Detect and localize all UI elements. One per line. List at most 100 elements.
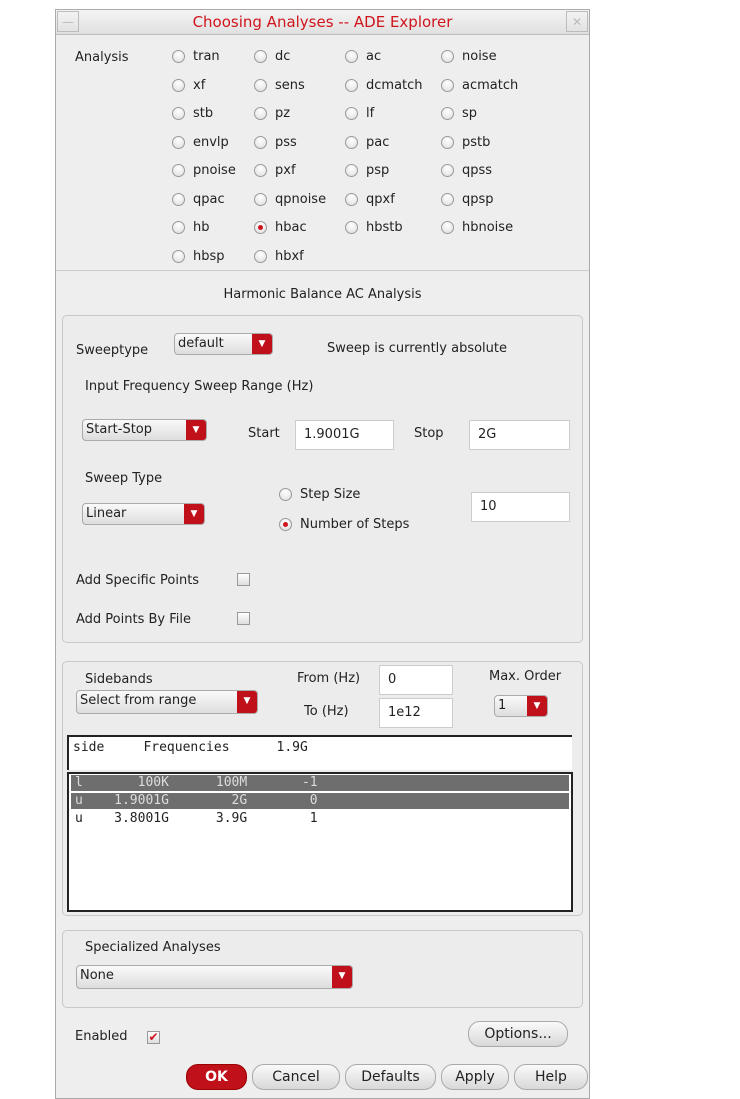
points-by-file-checkbox[interactable] xyxy=(237,612,250,625)
analysis-radio-hbstb[interactable]: hbstb xyxy=(345,220,403,235)
list-item[interactable]: l 100K 100M -1 xyxy=(71,775,569,791)
options-button[interactable]: Options... xyxy=(468,1021,568,1047)
analysis-radio-hbnoise[interactable]: hbnoise xyxy=(441,220,513,235)
analysis-option-label: sp xyxy=(462,106,478,121)
step-size-radio[interactable]: Step Size xyxy=(279,487,360,502)
specialized-group: Specialized Analyses None ▼ xyxy=(62,930,583,1008)
analysis-radio-stb[interactable]: stb xyxy=(172,106,213,121)
analysis-radio-acmatch[interactable]: acmatch xyxy=(441,78,518,93)
sweeptype-select[interactable]: default ▼ xyxy=(174,333,273,355)
radio-icon xyxy=(279,518,292,531)
range-mode-select[interactable]: Start-Stop ▼ xyxy=(82,419,207,441)
analysis-radio-pz[interactable]: pz xyxy=(254,106,290,121)
analysis-radio-qpac[interactable]: qpac xyxy=(172,192,225,207)
analysis-option-label: dc xyxy=(275,49,291,64)
analysis-radio-noise[interactable]: noise xyxy=(441,49,497,64)
analysis-option-label: xf xyxy=(193,77,206,93)
analysis-option-label: dcmatch xyxy=(366,77,423,93)
analysis-option-label: psp xyxy=(366,163,390,178)
number-of-steps-radio[interactable]: Number of Steps xyxy=(279,517,409,532)
analysis-radio-envlp[interactable]: envlp xyxy=(172,135,229,150)
analysis-radio-sens[interactable]: sens xyxy=(254,78,305,93)
radio-icon xyxy=(172,249,185,263)
analysis-option-label: pnoise xyxy=(193,163,236,178)
analysis-radio-pxf[interactable]: pxf xyxy=(254,163,296,178)
sidebands-label: Sidebands xyxy=(85,672,153,687)
analysis-option-label: qpsp xyxy=(462,191,494,207)
enabled-label: Enabled xyxy=(75,1029,128,1044)
sidebands-mode-value: Select from range xyxy=(80,693,197,708)
analysis-radio-qpsp[interactable]: qpsp xyxy=(441,192,494,207)
analysis-radio-dcmatch[interactable]: dcmatch xyxy=(345,78,423,93)
cancel-button[interactable]: Cancel xyxy=(252,1064,340,1090)
defaults-button[interactable]: Defaults xyxy=(345,1064,436,1090)
analysis-option-label: pstb xyxy=(462,134,491,150)
sweep-type-value: Linear xyxy=(86,506,127,521)
analysis-radio-psp[interactable]: psp xyxy=(345,163,389,178)
analysis-radio-hb[interactable]: hb xyxy=(172,220,210,235)
analysis-radio-qpnoise[interactable]: qpnoise xyxy=(254,192,326,207)
sidebands-mode-select[interactable]: Select from range ▼ xyxy=(76,690,258,714)
analysis-option-label: pxf xyxy=(275,163,296,178)
analysis-option-label: tran xyxy=(193,49,220,64)
analysis-radio-pnoise[interactable]: pnoise xyxy=(172,163,236,178)
range-label: Input Frequency Sweep Range (Hz) xyxy=(85,379,314,394)
analysis-option-label: pac xyxy=(366,134,390,150)
analysis-radio-qpxf[interactable]: qpxf xyxy=(345,192,395,207)
analysis-option-label: hbxf xyxy=(275,248,304,264)
analysis-radio-ac[interactable]: ac xyxy=(345,49,381,64)
steps-input[interactable]: 10 xyxy=(471,492,570,522)
specific-points-checkbox[interactable] xyxy=(237,573,250,586)
to-label: To (Hz) xyxy=(304,704,349,719)
start-input[interactable]: 1.9001G xyxy=(295,420,394,450)
range-mode-value: Start-Stop xyxy=(86,422,153,437)
stop-label: Stop xyxy=(414,426,444,441)
section-title: Harmonic Balance AC Analysis xyxy=(223,287,422,302)
chevron-down-icon: ▼ xyxy=(252,334,272,354)
enabled-checkbox[interactable]: ✔ xyxy=(147,1031,160,1044)
analysis-radio-xf[interactable]: xf xyxy=(172,78,205,93)
from-label: From (Hz) xyxy=(297,671,361,686)
stop-input[interactable]: 2G xyxy=(469,420,570,450)
sweeptype-label: Sweeptype xyxy=(76,343,149,358)
sweep-type-label: Sweep Type xyxy=(85,471,163,486)
analysis-radio-pac[interactable]: pac xyxy=(345,135,389,150)
ok-button[interactable]: OK xyxy=(186,1064,247,1090)
analysis-radio-pstb[interactable]: pstb xyxy=(441,135,490,150)
apply-button[interactable]: Apply xyxy=(441,1064,509,1090)
analysis-radio-lf[interactable]: lf xyxy=(345,106,374,121)
chevron-down-icon: ▼ xyxy=(184,504,204,524)
analysis-radio-hbxf[interactable]: hbxf xyxy=(254,249,304,264)
help-button[interactable]: Help xyxy=(514,1064,588,1090)
max-order-select[interactable]: 1 ▼ xyxy=(494,695,548,717)
list-item[interactable]: u 3.8001G 3.9G 1 xyxy=(71,811,569,827)
radio-icon xyxy=(345,221,358,234)
analysis-radio-dc[interactable]: dc xyxy=(254,49,290,64)
title-bar: — Choosing Analyses -- ADE Explorer ✕ xyxy=(56,10,589,35)
specialized-select[interactable]: None ▼ xyxy=(76,965,353,989)
from-input[interactable]: 0 xyxy=(379,665,453,695)
analysis-radio-hbsp[interactable]: hbsp xyxy=(172,249,225,264)
analysis-radio-sp[interactable]: sp xyxy=(441,106,477,121)
chevron-down-icon: ▼ xyxy=(527,696,547,716)
analysis-radio-pss[interactable]: pss xyxy=(254,135,297,150)
radio-icon xyxy=(345,50,358,63)
to-input[interactable]: 1e12 xyxy=(379,698,453,728)
analysis-radio-qpss[interactable]: qpss xyxy=(441,163,492,178)
specialized-value: None xyxy=(80,968,114,983)
analysis-label: Analysis xyxy=(75,50,129,65)
sidebands-list[interactable]: l 100K 100M -1 u 1.9001G 2G 0 u 3.8001G … xyxy=(67,772,573,912)
close-icon[interactable]: ✕ xyxy=(566,11,588,32)
sweep-status: Sweep is currently absolute xyxy=(327,341,508,356)
chevron-down-icon: ▼ xyxy=(186,420,206,440)
radio-icon xyxy=(254,78,267,92)
sweep-type-select[interactable]: Linear ▼ xyxy=(82,503,205,525)
analysis-radio-hbac[interactable]: hbac xyxy=(254,220,307,235)
analysis-option-label: qpnoise xyxy=(275,191,327,207)
list-item[interactable]: u 1.9001G 2G 0 xyxy=(71,793,569,809)
radio-icon xyxy=(441,135,454,149)
analysis-radio-tran[interactable]: tran xyxy=(172,49,220,64)
radio-icon xyxy=(345,164,358,177)
radio-icon xyxy=(441,78,454,92)
chevron-down-icon: ▼ xyxy=(237,691,257,713)
